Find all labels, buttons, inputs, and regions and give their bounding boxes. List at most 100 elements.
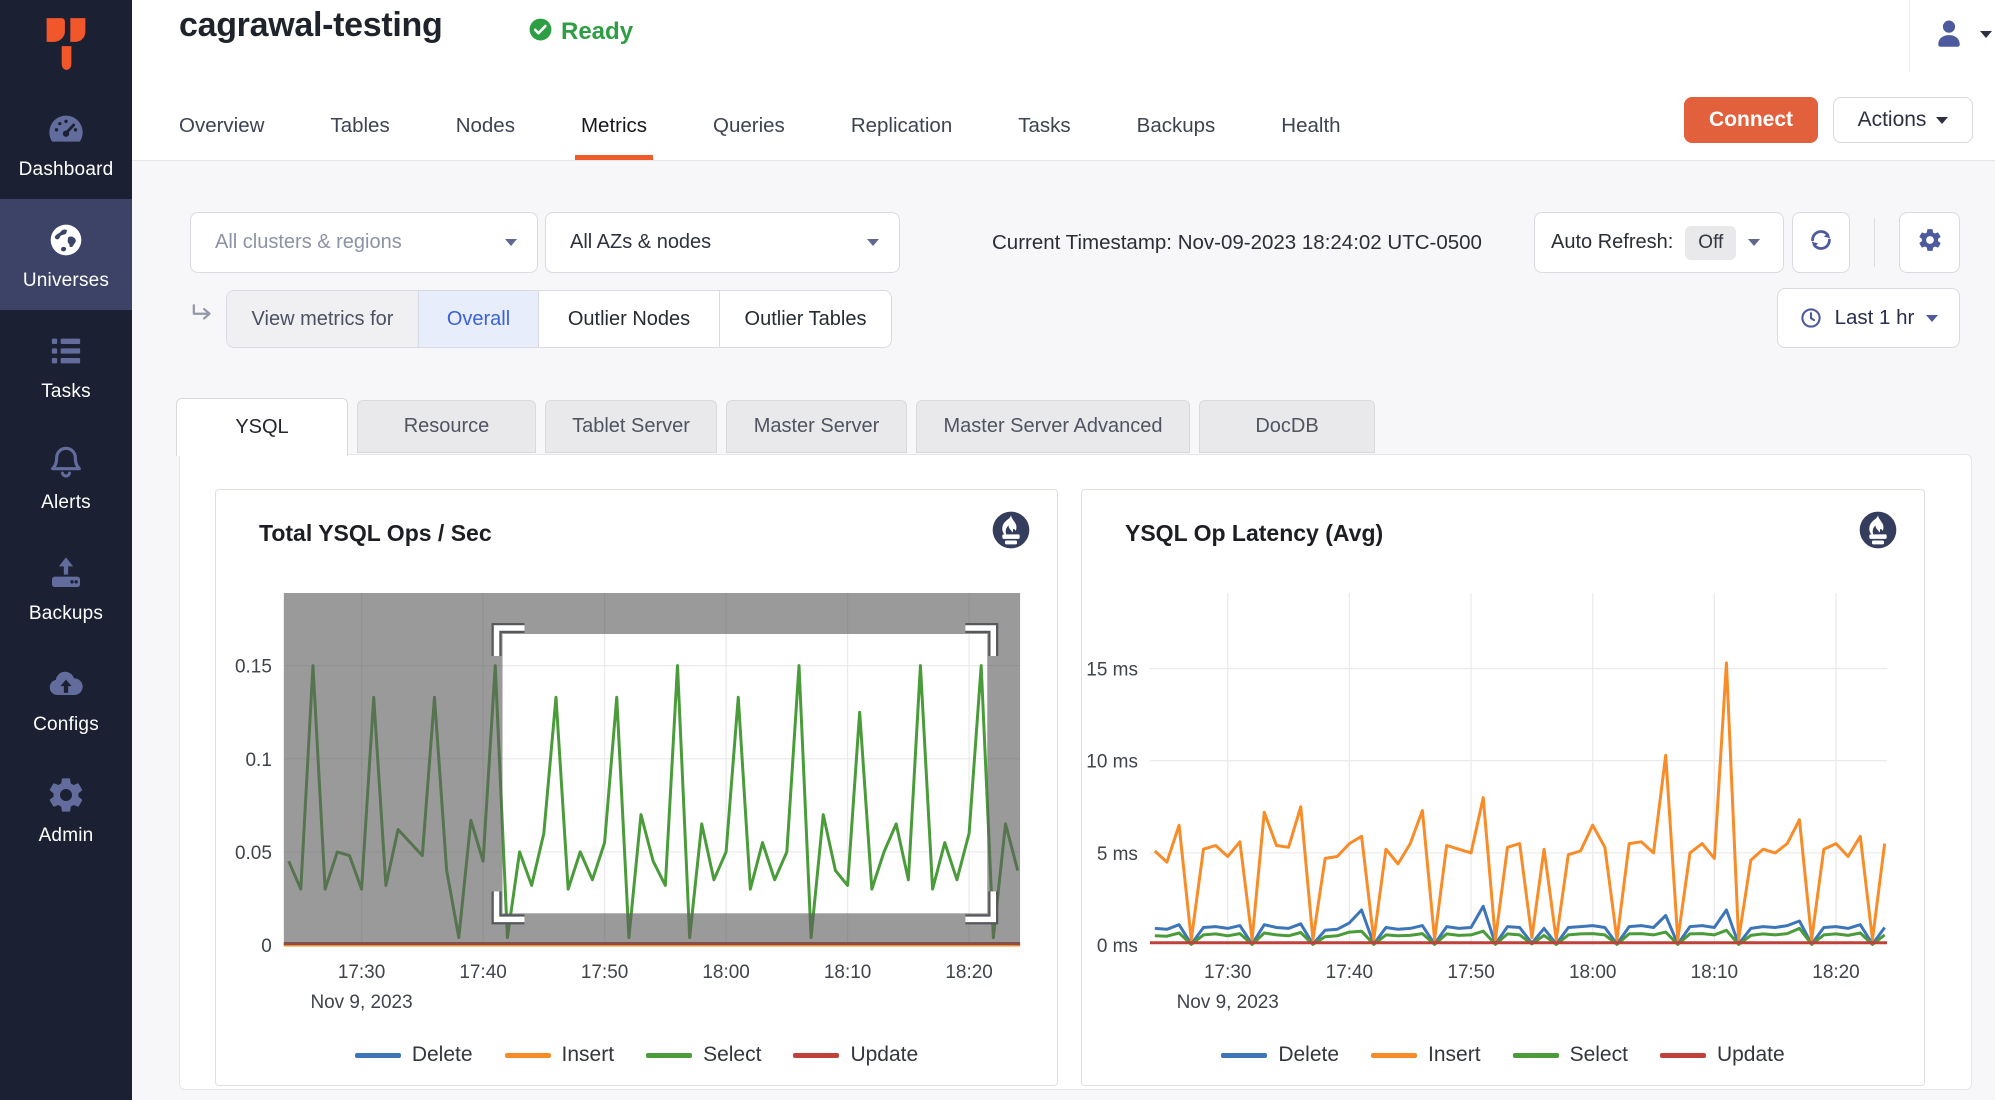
legend-item-update[interactable]: Update bbox=[1660, 1043, 1785, 1067]
svg-text:18:00: 18:00 bbox=[702, 962, 749, 983]
legend-item-delete[interactable]: Delete bbox=[355, 1043, 473, 1067]
svg-text:15 ms: 15 ms bbox=[1086, 660, 1138, 681]
sidebar: Dashboard Universes Tasks Alerts Backups… bbox=[0, 0, 132, 1100]
auto-refresh-label: Auto Refresh: bbox=[1551, 231, 1673, 254]
legend-item-insert[interactable]: Insert bbox=[505, 1043, 615, 1067]
legend-item-insert[interactable]: Insert bbox=[1371, 1043, 1481, 1067]
chevron-down-icon bbox=[505, 239, 517, 246]
settings-button[interactable] bbox=[1899, 212, 1960, 273]
sidebar-item-backups[interactable]: Backups bbox=[0, 532, 132, 643]
clusters-filter-select[interactable]: All clusters & regions bbox=[190, 212, 538, 273]
metric-tab-master-server-advanced[interactable]: Master Server Advanced bbox=[916, 400, 1190, 453]
sidebar-item-configs[interactable]: Configs bbox=[0, 643, 132, 754]
chevron-down-icon bbox=[867, 239, 879, 246]
az-nodes-filter-select[interactable]: All AZs & nodes bbox=[545, 212, 900, 273]
legend-line-icon bbox=[355, 1053, 401, 1058]
metric-tab-tablet-server[interactable]: Tablet Server bbox=[545, 400, 717, 453]
sidebar-item-dashboard[interactable]: Dashboard bbox=[0, 88, 132, 199]
svg-text:Nov 9, 2023: Nov 9, 2023 bbox=[310, 992, 412, 1013]
metric-tab-ysql[interactable]: YSQL bbox=[176, 398, 348, 456]
tab-backups[interactable]: Backups bbox=[1137, 100, 1216, 160]
sidebar-item-universes[interactable]: Universes bbox=[0, 199, 132, 310]
svg-text:17:30: 17:30 bbox=[1204, 962, 1251, 983]
legend-line-icon bbox=[1371, 1053, 1417, 1058]
universe-tab-bar: Overview Tables Nodes Metrics Queries Re… bbox=[179, 100, 1341, 161]
yugabyte-console-page: Dashboard Universes Tasks Alerts Backups… bbox=[0, 0, 1995, 1100]
bell-icon bbox=[45, 441, 87, 483]
globe-icon bbox=[45, 219, 87, 261]
legend-line-icon bbox=[646, 1053, 692, 1058]
refresh-icon bbox=[1808, 227, 1834, 258]
metrics-content: All clusters & regions All AZs & nodes C… bbox=[132, 161, 1995, 1100]
svg-text:17:40: 17:40 bbox=[459, 962, 506, 983]
tab-health[interactable]: Health bbox=[1281, 100, 1340, 160]
legend-item-select[interactable]: Select bbox=[646, 1043, 761, 1067]
tab-replication[interactable]: Replication bbox=[851, 100, 952, 160]
yugabyte-logo-icon[interactable] bbox=[0, 0, 132, 88]
sidebar-item-label: Configs bbox=[33, 714, 99, 736]
svg-text:17:30: 17:30 bbox=[338, 962, 385, 983]
svg-text:5 ms: 5 ms bbox=[1097, 844, 1138, 865]
time-range-value: Last 1 hr bbox=[1835, 306, 1915, 330]
actions-button[interactable]: Actions bbox=[1833, 97, 1973, 143]
svg-text:18:00: 18:00 bbox=[1569, 962, 1616, 983]
svg-text:17:50: 17:50 bbox=[1447, 962, 1494, 983]
chevron-down-icon bbox=[1980, 31, 1992, 38]
actions-label: Actions bbox=[1858, 108, 1927, 132]
chart-card-total-ysql-ops: Total YSQL Ops / Sec 00.050.10.1517:3017… bbox=[215, 489, 1058, 1086]
chart-title: Total YSQL Ops / Sec bbox=[259, 520, 492, 547]
prometheus-metrics-icon[interactable] bbox=[991, 510, 1031, 550]
svg-text:0.15: 0.15 bbox=[235, 657, 272, 678]
universe-title: cagrawal-testing bbox=[179, 6, 443, 45]
sidebar-item-label: Admin bbox=[39, 825, 94, 847]
user-avatar-icon bbox=[1932, 16, 1966, 52]
tab-tasks[interactable]: Tasks bbox=[1018, 100, 1070, 160]
tab-queries[interactable]: Queries bbox=[713, 100, 785, 160]
backup-upload-icon bbox=[45, 552, 87, 594]
svg-text:Nov 9, 2023: Nov 9, 2023 bbox=[1177, 992, 1279, 1013]
tab-metrics[interactable]: Metrics bbox=[581, 100, 647, 160]
prometheus-metrics-icon[interactable] bbox=[1858, 510, 1898, 550]
sidebar-nav: Dashboard Universes Tasks Alerts Backups… bbox=[0, 88, 132, 865]
ready-check-icon bbox=[528, 17, 553, 47]
cloud-upload-icon bbox=[45, 663, 87, 705]
legend-line-icon bbox=[1660, 1053, 1706, 1058]
sidebar-item-label: Alerts bbox=[41, 492, 91, 514]
ops-per-sec-chart[interactable]: 00.050.10.1517:3017:4017:5018:0018:1018:… bbox=[216, 578, 1057, 1048]
dashboard-gauge-icon bbox=[45, 108, 87, 150]
tab-nodes[interactable]: Nodes bbox=[456, 100, 515, 160]
metric-tab-resource[interactable]: Resource bbox=[357, 400, 536, 453]
metric-tab-master-server[interactable]: Master Server bbox=[726, 400, 907, 453]
svg-text:17:50: 17:50 bbox=[581, 962, 628, 983]
scope-option-overall[interactable]: Overall bbox=[419, 291, 539, 347]
scope-option-outlier-nodes[interactable]: Outlier Nodes bbox=[539, 291, 720, 347]
legend-item-delete[interactable]: Delete bbox=[1221, 1043, 1339, 1067]
sidebar-item-admin[interactable]: Admin bbox=[0, 754, 132, 865]
metric-tab-docdb[interactable]: DocDB bbox=[1199, 400, 1375, 453]
chevron-down-icon bbox=[1748, 239, 1760, 246]
connect-button[interactable]: Connect bbox=[1684, 97, 1818, 143]
legend-item-update[interactable]: Update bbox=[793, 1043, 918, 1067]
clusters-filter-value: All clusters & regions bbox=[215, 231, 402, 254]
sidebar-item-tasks[interactable]: Tasks bbox=[0, 310, 132, 421]
user-menu[interactable] bbox=[1932, 16, 1992, 52]
sidebar-item-alerts[interactable]: Alerts bbox=[0, 421, 132, 532]
chevron-down-icon bbox=[1926, 315, 1938, 322]
auto-refresh-select[interactable]: Auto Refresh: Off bbox=[1534, 212, 1784, 273]
scope-option-outlier-tables[interactable]: Outlier Tables bbox=[720, 291, 891, 347]
chart-card-ysql-op-latency: YSQL Op Latency (Avg) 0 ms5 ms10 ms15 ms… bbox=[1081, 489, 1925, 1086]
toolbar-divider bbox=[1874, 218, 1875, 267]
refresh-button[interactable] bbox=[1792, 212, 1850, 273]
header-divider bbox=[1909, 0, 1910, 72]
op-latency-chart[interactable]: 0 ms5 ms10 ms15 ms17:3017:4017:5018:0018… bbox=[1082, 578, 1924, 1048]
sidebar-item-label: Dashboard bbox=[19, 159, 114, 181]
tab-tables[interactable]: Tables bbox=[330, 100, 389, 160]
legend-item-select[interactable]: Select bbox=[1513, 1043, 1628, 1067]
time-range-select[interactable]: Last 1 hr bbox=[1777, 288, 1960, 348]
sidebar-item-label: Backups bbox=[29, 603, 103, 625]
svg-text:10 ms: 10 ms bbox=[1086, 752, 1138, 773]
chart-legend: Delete Insert Select Update bbox=[216, 1043, 1057, 1067]
current-timestamp: Current Timestamp: Nov-09-2023 18:24:02 … bbox=[992, 212, 1482, 273]
tab-overview[interactable]: Overview bbox=[179, 100, 264, 160]
header: cagrawal-testing Ready Overview Tables N… bbox=[132, 0, 1995, 161]
